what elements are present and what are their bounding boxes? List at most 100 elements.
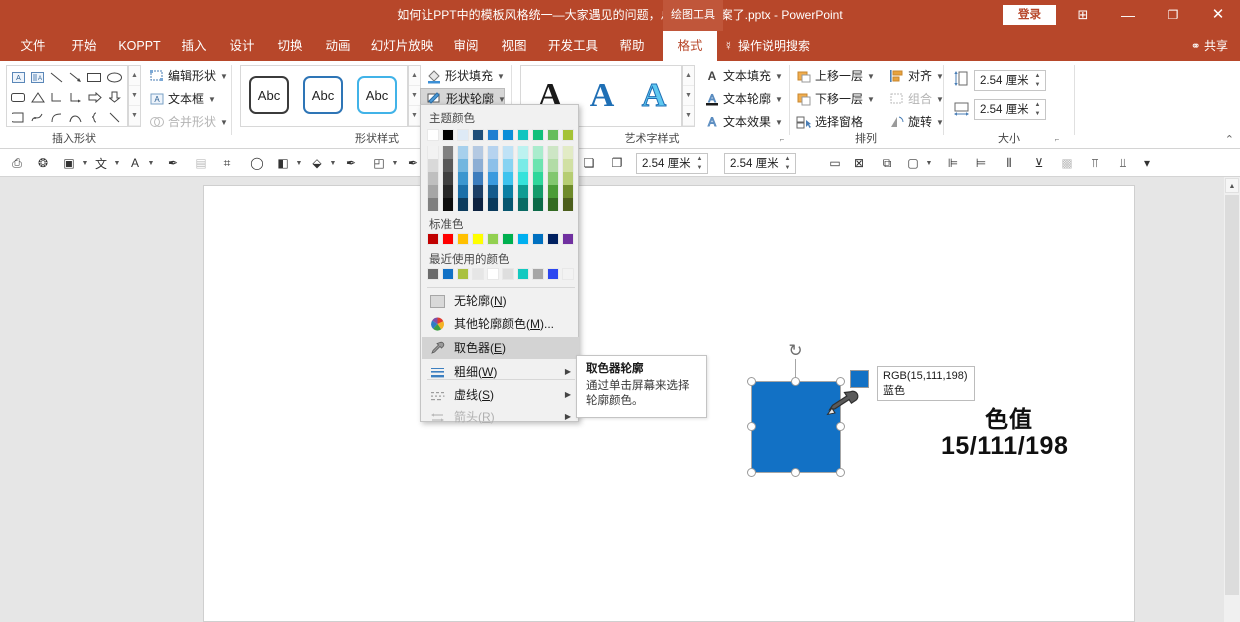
- text-fill-button[interactable]: A 文本填充 ▼: [703, 66, 783, 87]
- toolbar-size-stepper-1[interactable]: ▲ ▼: [694, 155, 705, 173]
- toolbar-size-input-1[interactable]: 2.54 厘米 ▲ ▼: [636, 153, 708, 174]
- ribbon-tab-0[interactable]: 文件: [12, 31, 54, 61]
- theme-color-shade-swatch[interactable]: [517, 198, 529, 211]
- recent-color-swatch[interactable]: [502, 268, 514, 280]
- rotate-handle-icon[interactable]: ↻: [786, 341, 805, 360]
- shape-freeform-icon[interactable]: [28, 108, 47, 126]
- recent-color-swatch[interactable]: [517, 268, 529, 280]
- text-direction-icon[interactable]: 文: [92, 153, 110, 173]
- chevron-down-icon[interactable]: ▼: [294, 153, 304, 173]
- align-bottom-icon[interactable]: ⫫: [1114, 153, 1132, 173]
- standard-color-swatch[interactable]: [502, 233, 514, 245]
- shape-scribble-icon[interactable]: [105, 108, 124, 126]
- shape-style-thumb-3[interactable]: Abc: [357, 76, 397, 114]
- picture-icon[interactable]: ▤: [192, 153, 210, 173]
- shape-rectangle-icon[interactable]: [85, 68, 104, 86]
- chevron-down-icon[interactable]: ▼: [390, 153, 400, 173]
- theme-color-shade-swatch[interactable]: [532, 146, 544, 159]
- chevron-down-icon[interactable]: ▼: [867, 95, 875, 104]
- shape-frame-icon[interactable]: ▢: [904, 153, 922, 173]
- theme-color-shade-swatch[interactable]: [547, 172, 559, 185]
- chevron-down-icon[interactable]: ▼: [867, 72, 875, 81]
- chevron-down-icon[interactable]: ▼: [328, 153, 338, 173]
- chevron-down-icon[interactable]: ▼: [775, 95, 783, 104]
- ribbon-tab-10[interactable]: 开发工具: [541, 31, 605, 61]
- align-center-icon[interactable]: ⊻: [1030, 153, 1048, 173]
- standard-color-swatch[interactable]: [562, 233, 574, 245]
- recent-color-swatch[interactable]: [427, 268, 439, 280]
- standard-color-swatch[interactable]: [427, 233, 439, 245]
- recent-color-swatch[interactable]: [562, 268, 574, 280]
- theme-color-shade-swatch[interactable]: [532, 185, 544, 198]
- theme-color-shade-swatch[interactable]: [562, 198, 574, 211]
- theme-color-shade-swatch[interactable]: [562, 146, 574, 159]
- theme-color-swatch[interactable]: [472, 129, 484, 141]
- theme-color-swatch[interactable]: [517, 129, 529, 141]
- insert-shapes-gallery[interactable]: A A: [6, 65, 128, 127]
- recent-color-swatch[interactable]: [547, 268, 559, 280]
- theme-color-swatch[interactable]: [427, 129, 439, 141]
- vertical-scrollbar[interactable]: ▲: [1224, 177, 1240, 622]
- menu-item-dashes[interactable]: 虚线(S) ▶: [422, 384, 579, 406]
- ribbon-tab-12[interactable]: 格式: [663, 31, 717, 61]
- close-icon[interactable]: ✕: [1203, 5, 1233, 25]
- resize-handle-s[interactable]: [791, 468, 800, 477]
- shape-ellipse-icon[interactable]: [105, 68, 124, 86]
- shape-triangle-icon[interactable]: [28, 88, 47, 106]
- resize-handle-nw[interactable]: [747, 377, 756, 386]
- insert-shapes-scroll[interactable]: ▲ ▼ ▼: [128, 65, 141, 127]
- theme-color-shade-swatch[interactable]: [442, 185, 454, 198]
- standard-color-swatch[interactable]: [547, 233, 559, 245]
- align-button[interactable]: 对齐 ▼: [888, 66, 944, 87]
- send-back-icon[interactable]: ❐: [608, 153, 626, 173]
- resize-handle-w[interactable]: [747, 422, 756, 431]
- more-commands-icon[interactable]: ▾: [1140, 153, 1154, 173]
- toolbar-size-input-2[interactable]: 2.54 厘米 ▲ ▼: [724, 153, 796, 174]
- theme-color-shade-swatch[interactable]: [517, 146, 529, 159]
- font-color-icon[interactable]: A: [126, 153, 144, 173]
- theme-color-swatch[interactable]: [547, 129, 559, 141]
- ribbon-tab-5[interactable]: 切换: [269, 31, 311, 61]
- chevron-down-icon[interactable]: ▼: [498, 95, 506, 104]
- styles-scroll-up-icon[interactable]: ▲: [409, 66, 420, 86]
- shapes-scroll-down-icon[interactable]: ▼: [129, 86, 140, 106]
- eyedropper-tool-icon[interactable]: ✒: [342, 153, 360, 173]
- theme-color-shade-swatch[interactable]: [547, 185, 559, 198]
- rotate-button[interactable]: 旋转 ▼: [888, 112, 944, 133]
- theme-color-shade-swatch[interactable]: [502, 172, 514, 185]
- theme-color-shade-swatch[interactable]: [502, 159, 514, 172]
- shape-ellipse-icon[interactable]: ◯: [248, 153, 266, 173]
- theme-color-shade-swatch[interactable]: [442, 172, 454, 185]
- ribbon-tab-11[interactable]: 帮助: [611, 31, 653, 61]
- theme-color-shade-swatch[interactable]: [442, 159, 454, 172]
- theme-color-swatch[interactable]: [442, 129, 454, 141]
- format-painter-icon[interactable]: ✒: [164, 153, 182, 173]
- bring-front-icon[interactable]: ❏: [580, 153, 598, 173]
- theme-color-swatch[interactable]: [502, 129, 514, 141]
- theme-color-shade-swatch[interactable]: [547, 146, 559, 159]
- shape-width-input[interactable]: 2.54 厘米 ▲ ▼: [974, 99, 1046, 120]
- shape-elbow-connector-icon[interactable]: [47, 88, 66, 106]
- toolbar-size-stepper-2[interactable]: ▲ ▼: [782, 155, 793, 173]
- shape-height-stepper[interactable]: ▲ ▼: [1032, 72, 1043, 90]
- shape-outline-small-icon[interactable]: ◰: [370, 153, 388, 173]
- theme-color-shade-swatch[interactable]: [472, 185, 484, 198]
- wordart-more-icon[interactable]: ▼: [683, 106, 694, 126]
- theme-color-shade-swatch[interactable]: [427, 198, 439, 211]
- theme-color-shade-swatch[interactable]: [487, 185, 499, 198]
- shape-height-input[interactable]: 2.54 厘米 ▲ ▼: [974, 70, 1046, 91]
- share-button[interactable]: ⚭ 共享: [1191, 31, 1228, 61]
- theme-color-shade-swatch[interactable]: [472, 159, 484, 172]
- recent-color-swatch[interactable]: [487, 268, 499, 280]
- theme-color-shade-swatch[interactable]: [457, 159, 469, 172]
- theme-color-shade-swatch[interactable]: [502, 185, 514, 198]
- theme-color-swatch[interactable]: [457, 129, 469, 141]
- shape-styles-gallery[interactable]: Abc Abc Abc: [240, 65, 408, 127]
- resize-handle-n[interactable]: [791, 377, 800, 386]
- ribbon-tab-2[interactable]: KOPPT: [112, 31, 167, 61]
- standard-color-swatch[interactable]: [532, 233, 544, 245]
- shape-width-stepper[interactable]: ▲ ▼: [1032, 101, 1043, 119]
- theme-colors-icon[interactable]: ◧: [274, 153, 292, 173]
- theme-color-shade-swatch[interactable]: [487, 172, 499, 185]
- scroll-up-icon[interactable]: ▲: [1225, 178, 1239, 193]
